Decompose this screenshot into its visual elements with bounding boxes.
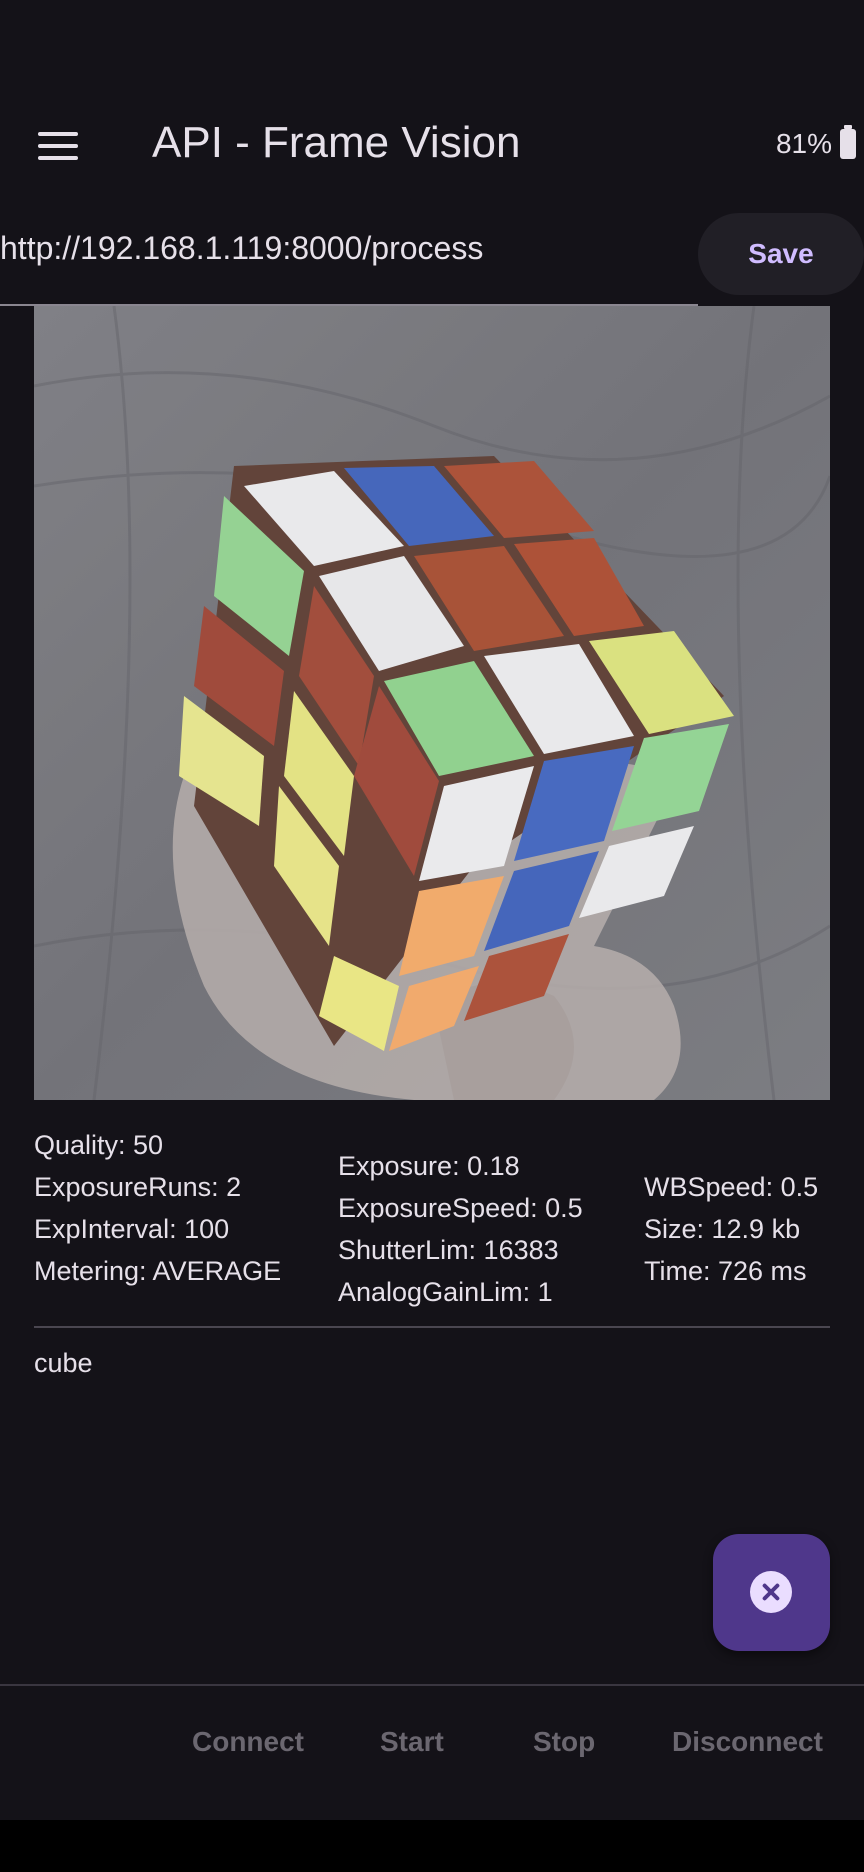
stat-exposure: Exposure: 0.18 [338, 1151, 520, 1181]
hamburger-menu-icon[interactable] [38, 130, 80, 162]
battery-status: 81% [775, 125, 856, 160]
stat-shutter-lim: ShutterLim: 16383 [338, 1235, 559, 1265]
stats-column-2: Exposure: 0.18 ExposureSpeed: 0.5 Shutte… [338, 1145, 583, 1313]
bottom-action-bar: Connect Start Stop Disconnect [0, 1686, 864, 1820]
battery-percent: 81% [775, 128, 832, 159]
stat-wb-speed: WBSpeed: 0.5 [644, 1172, 819, 1202]
capture-stats: Quality: 50 ExposureRuns: 2 ExpInterval:… [34, 1124, 830, 1310]
stat-metering: Metering: AVERAGE [34, 1256, 282, 1286]
captured-frame-image [34, 306, 830, 1100]
app-screen: API - Frame Vision 81% Save [0, 0, 864, 1872]
stat-analog-gain-lim: AnalogGainLim: 1 [338, 1277, 553, 1307]
stat-size: Size: 12.9 kb [644, 1214, 801, 1244]
url-row: Save [0, 212, 864, 306]
stats-column-1: Quality: 50 ExposureRuns: 2 ExpInterval:… [34, 1124, 281, 1292]
system-nav-bar [0, 1820, 864, 1872]
stat-time: Time: 726 ms [644, 1256, 807, 1286]
stats-divider [34, 1326, 830, 1328]
stat-quality: Quality: 50 [34, 1130, 164, 1160]
stats-column-3: WBSpeed: 0.5 Size: 12.9 kb Time: 726 ms [644, 1166, 818, 1292]
battery-icon [840, 125, 856, 159]
save-button[interactable]: Save [698, 213, 864, 295]
api-url-input[interactable] [0, 212, 698, 306]
api-result-text: cube [34, 1348, 93, 1378]
app-title: API - Frame Vision [152, 118, 521, 167]
stat-exp-interval: ExpInterval: 100 [34, 1214, 230, 1244]
start-button[interactable]: Start [380, 1726, 444, 1758]
stat-exposure-runs: ExposureRuns: 2 [34, 1172, 242, 1202]
stop-button[interactable]: Stop [533, 1726, 595, 1758]
connect-button[interactable]: Connect [192, 1726, 304, 1758]
disconnect-button[interactable]: Disconnect [672, 1726, 823, 1758]
close-circle-icon [750, 1571, 792, 1613]
app-bar: API - Frame Vision 81% [0, 100, 864, 192]
cancel-fab-button[interactable] [713, 1534, 830, 1651]
stat-exposure-speed: ExposureSpeed: 0.5 [338, 1193, 583, 1223]
